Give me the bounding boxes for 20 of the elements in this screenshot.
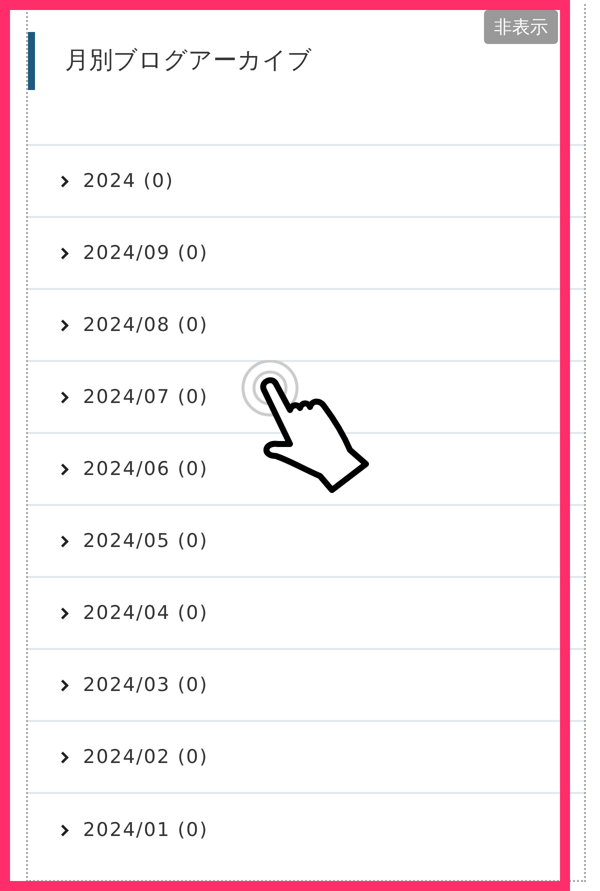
archive-link[interactable]: 2024/09 (0) <box>83 242 208 264</box>
archive-link[interactable]: 2024/07 (0) <box>83 386 208 408</box>
archive-link[interactable]: 2024/04 (0) <box>83 602 208 624</box>
chevron-icon <box>60 750 69 764</box>
archive-link[interactable]: 2024 (0) <box>83 170 174 192</box>
chevron-icon <box>60 824 69 836</box>
archive-link[interactable]: 2024/02 (0) <box>83 746 208 768</box>
archive-link[interactable]: 2024/06 (0) <box>83 458 208 480</box>
archive-link[interactable]: 2024/01 (0) <box>83 819 208 841</box>
chevron-icon <box>60 534 69 548</box>
chevron-icon <box>60 174 69 188</box>
chevron-icon <box>60 318 69 332</box>
chevron-icon <box>60 678 69 692</box>
archive-link[interactable]: 2024/05 (0) <box>83 530 208 552</box>
archive-link[interactable]: 2024/08 (0) <box>83 314 208 336</box>
chevron-icon <box>60 462 69 476</box>
chevron-icon <box>60 390 69 404</box>
chevron-icon <box>60 246 69 260</box>
chevron-icon <box>60 606 69 620</box>
archive-link[interactable]: 2024/03 (0) <box>83 674 208 696</box>
